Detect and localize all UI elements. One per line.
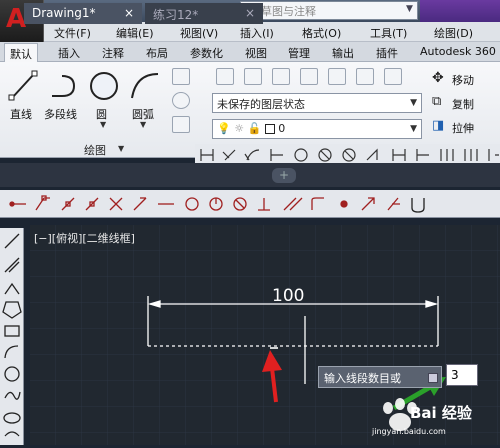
watermark-url: jingyan.baidu.com <box>372 427 446 436</box>
watermark-brand: Bai 经验 <box>410 404 472 422</box>
red-arrow-icon <box>262 350 282 403</box>
command-prompt-tooltip: 输入线段数目或 <box>318 366 442 388</box>
options-dropdown-icon[interactable] <box>428 373 438 383</box>
segment-count-input[interactable]: 3 <box>446 364 478 386</box>
command-prompt-text: 输入线段数目或 <box>324 372 401 385</box>
dimension-value: 100 <box>272 286 305 306</box>
